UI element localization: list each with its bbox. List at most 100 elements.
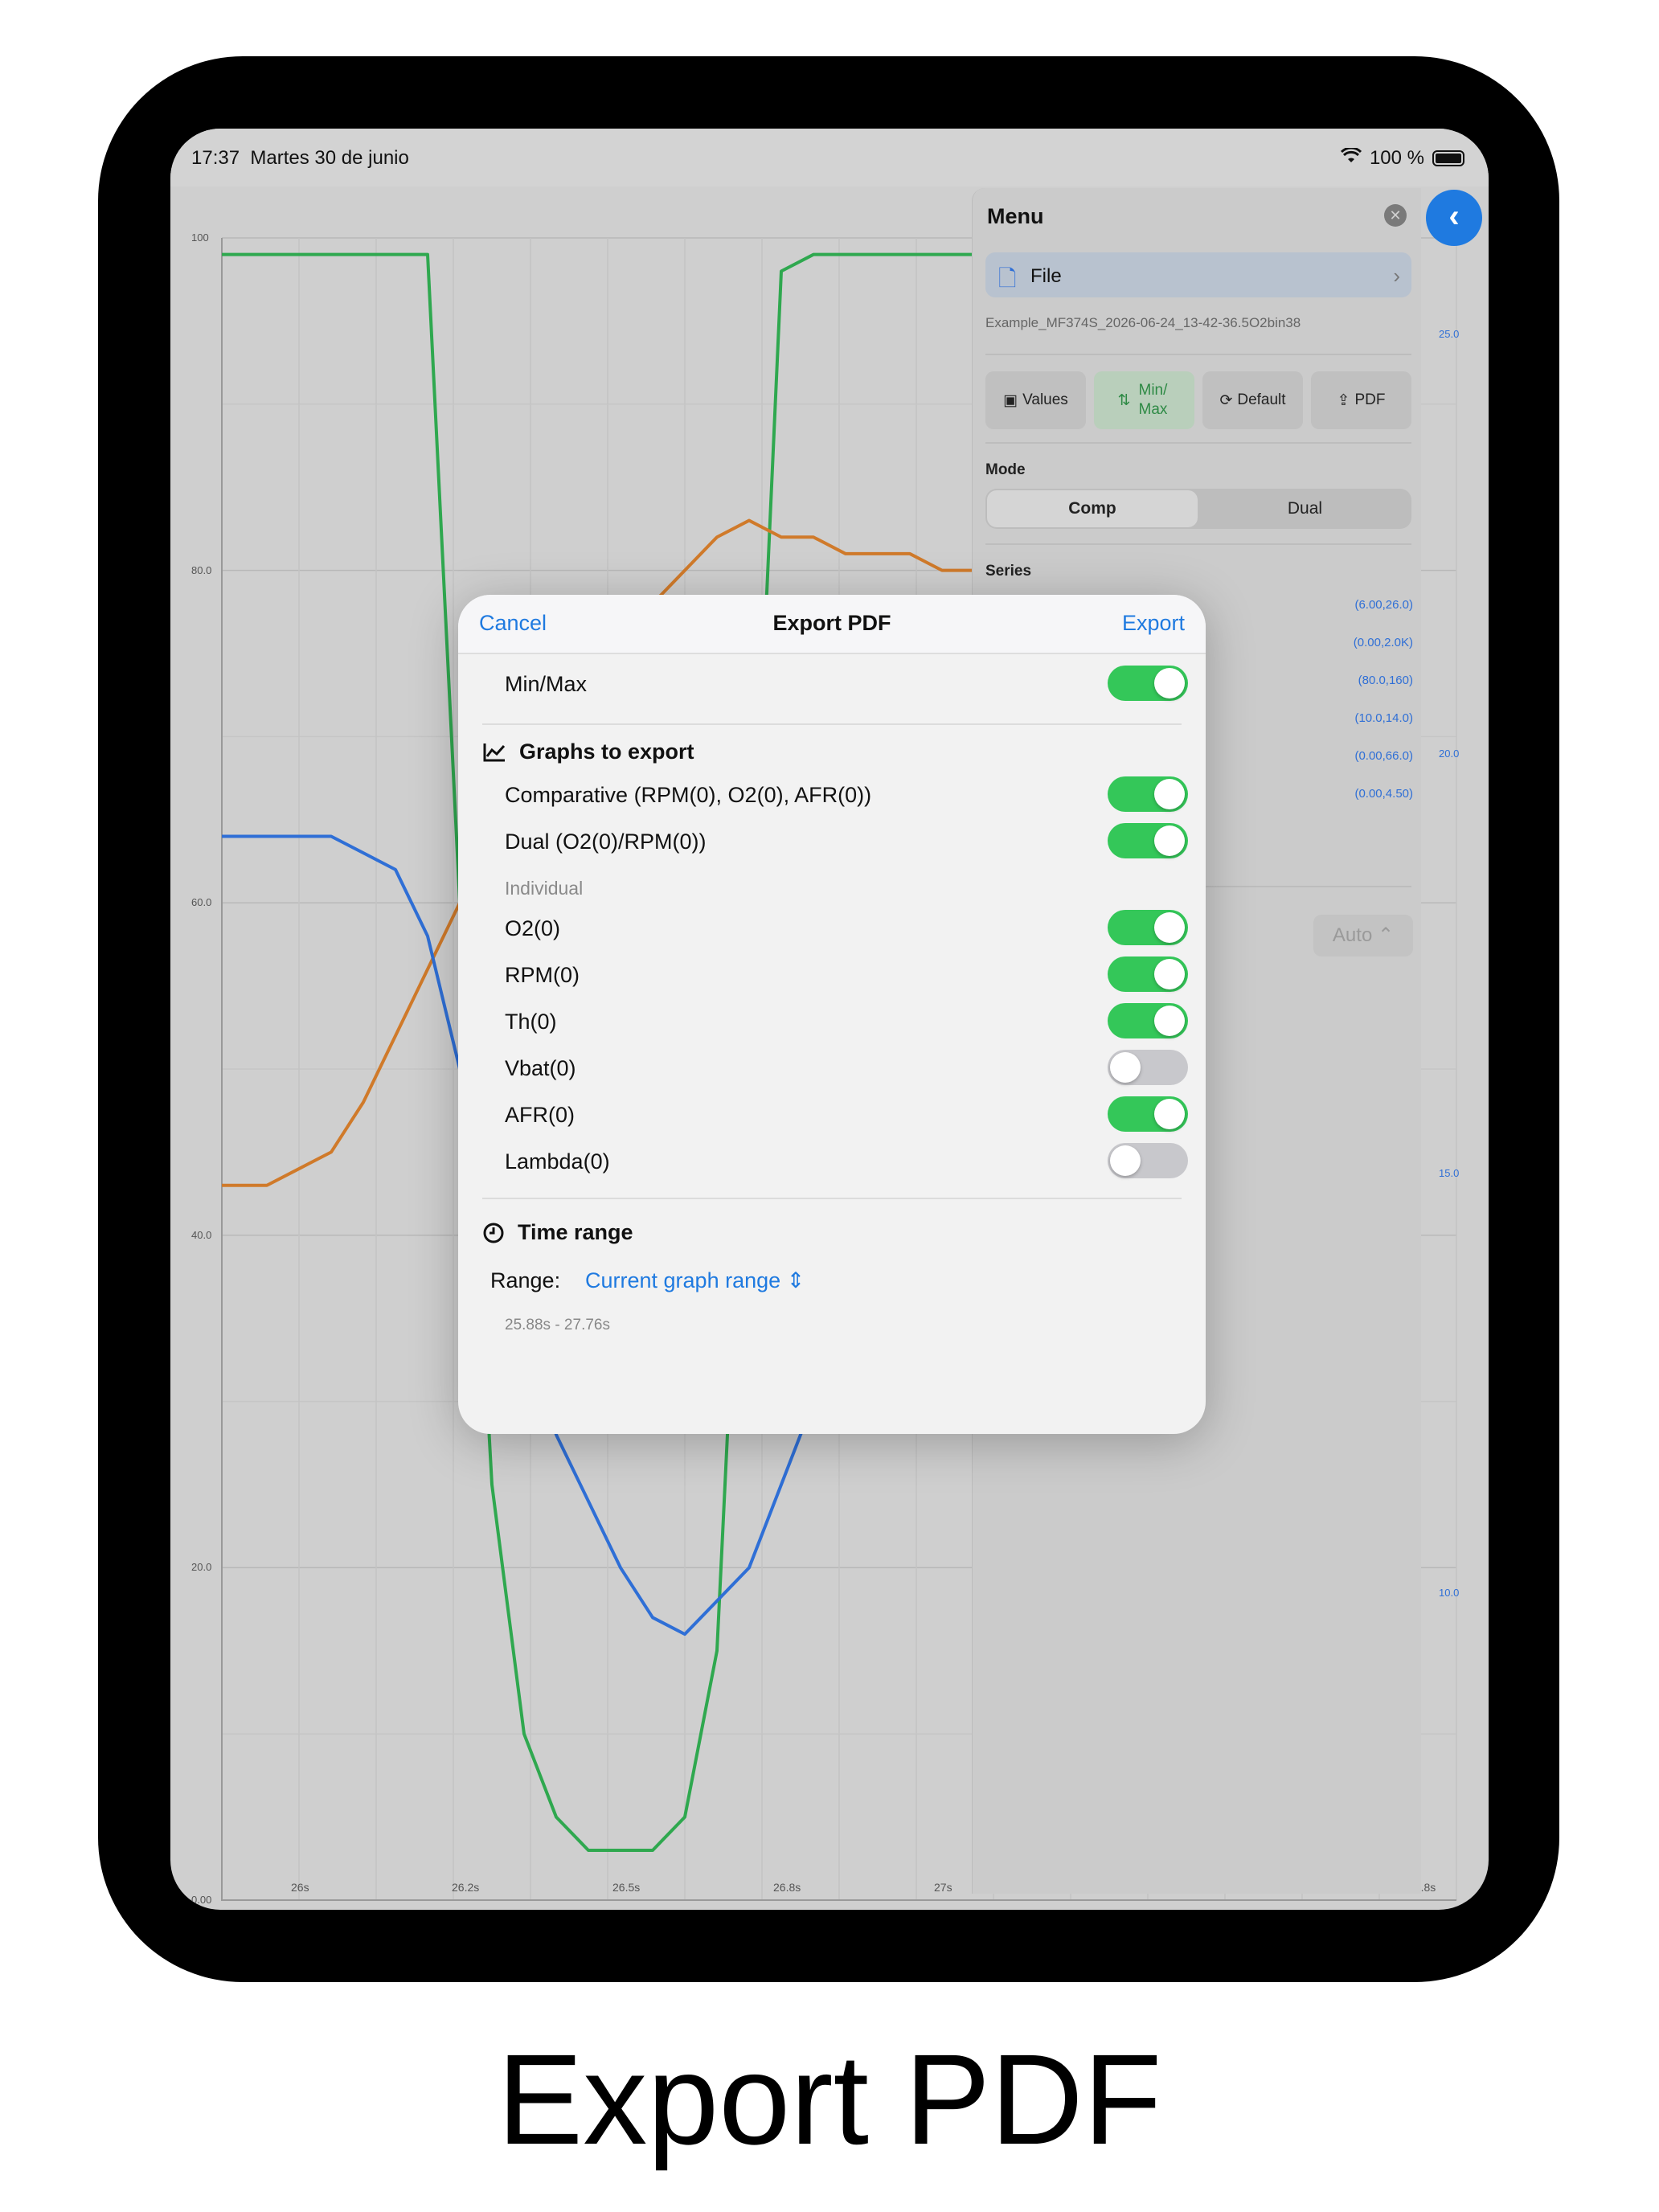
x-tick-label: 26.5s xyxy=(612,1881,641,1894)
y-tick-label: 0.00 xyxy=(191,1894,212,1906)
chevron-updown-icon: ⇕ xyxy=(786,1268,805,1292)
arrows-updown-icon: ⇅ xyxy=(1117,391,1131,409)
divider xyxy=(985,354,1411,355)
x-tick-label: 26s xyxy=(291,1881,309,1894)
time-title-text: Time range xyxy=(518,1220,633,1244)
values-label: Values xyxy=(1022,391,1068,408)
dialog-title: Export PDF xyxy=(772,611,891,635)
file-label: File xyxy=(1030,265,1062,287)
range-note: 25.88s - 27.76s xyxy=(505,1317,610,1333)
range-value-text: Current graph range xyxy=(585,1268,781,1292)
menu-title: Menu xyxy=(987,204,1044,228)
right-axis-tick-label: 15.0 xyxy=(1439,1167,1460,1179)
series-range: (0.00,4.50) xyxy=(1354,787,1413,801)
status-bar: 17:37 Martes 30 de junio 100 % xyxy=(170,129,1489,186)
series-label: Series xyxy=(985,563,1032,580)
screen: 17:37 Martes 30 de junio 100 % 100 80.0 60… xyxy=(170,129,1489,1910)
individual-rpm-toggle[interactable] xyxy=(1108,956,1188,992)
graphs-section-title: Graphs to export xyxy=(482,739,694,764)
individual-o2-label: O2(0) xyxy=(505,916,561,940)
individual-o2-toggle[interactable] xyxy=(1108,910,1188,945)
auto-scale-button[interactable]: Auto ⌃ xyxy=(1313,915,1413,956)
pdf-button[interactable]: ⇪ PDF xyxy=(1311,371,1411,429)
values-icon: ▣ xyxy=(1003,391,1018,409)
mode-segmented-control[interactable]: Comp Dual xyxy=(985,489,1411,529)
chart-line-icon xyxy=(483,743,506,761)
individual-th-toggle[interactable] xyxy=(1108,1003,1188,1038)
document-icon: 🗋 xyxy=(998,266,1017,291)
series-range: (80.0,160) xyxy=(1358,674,1413,687)
series-range: (6.00,26.0) xyxy=(1354,598,1413,612)
individual-label: Individual xyxy=(505,878,584,899)
close-icon[interactable]: ✕ xyxy=(1384,204,1407,227)
page-caption: Export PDF xyxy=(497,2027,1162,2171)
mode-comp[interactable]: Comp xyxy=(987,490,1198,527)
pdf-label: PDF xyxy=(1354,391,1386,408)
toggle-knob xyxy=(1154,825,1185,856)
x-tick-label: 26.8s xyxy=(773,1881,801,1894)
export-button[interactable]: Export xyxy=(1122,611,1185,636)
individual-th-label: Th(0) xyxy=(505,1010,557,1034)
y-tick-label: 20.0 xyxy=(191,1561,212,1574)
status-right: 100 % xyxy=(1340,146,1464,170)
default-button[interactable]: ⟳ Default xyxy=(1202,371,1303,429)
file-button[interactable]: 🗋 File › xyxy=(985,252,1411,297)
toggle-knob xyxy=(1110,1052,1141,1083)
minmax-button[interactable]: ⇅ Min/ Max xyxy=(1094,371,1194,429)
date-text: Martes 30 de junio xyxy=(250,147,409,169)
divider xyxy=(482,1198,1182,1199)
individual-vbat-label: Vbat(0) xyxy=(505,1056,576,1080)
mode-dual[interactable]: Dual xyxy=(1198,489,1411,529)
comparative-label: Comparative (RPM(0), O2(0), AFR(0)) xyxy=(505,783,872,807)
divider xyxy=(482,723,1182,725)
right-axis-tick-label: 25.0 xyxy=(1439,328,1460,340)
toggle-knob xyxy=(1154,779,1185,809)
cancel-button[interactable]: Cancel xyxy=(479,611,547,636)
minmax-toggle[interactable] xyxy=(1108,666,1188,701)
wifi-icon xyxy=(1340,146,1362,170)
divider xyxy=(985,543,1411,545)
chevron-right-icon: › xyxy=(1393,264,1400,288)
chevron-left-icon[interactable]: ‹ xyxy=(1426,190,1482,246)
series-range: (0.00,2.0K) xyxy=(1353,636,1413,649)
series-range: (10.0,14.0) xyxy=(1354,711,1413,725)
toggle-knob xyxy=(1154,668,1185,698)
clock-icon xyxy=(483,1223,504,1243)
individual-afr-label: AFR(0) xyxy=(505,1103,575,1127)
default-label: Default xyxy=(1237,391,1286,408)
minmax-label: Min/ Max xyxy=(1138,382,1168,418)
toggle-knob xyxy=(1154,1099,1185,1129)
y-tick-label: 40.0 xyxy=(191,1228,212,1241)
range-picker[interactable]: Current graph range ⇕ xyxy=(585,1268,805,1293)
toggle-knob xyxy=(1154,1006,1185,1036)
dual-toggle[interactable] xyxy=(1108,823,1188,858)
y-tick-label: 80.0 xyxy=(191,563,212,576)
share-icon: ⇪ xyxy=(1337,391,1350,409)
filename: Example_MF374S_2026-06-24_13-42-36.5O2bi… xyxy=(985,315,1301,330)
toggle-knob xyxy=(1154,959,1185,989)
right-axis-tick-label: 20.0 xyxy=(1439,748,1460,760)
individual-lambda-label: Lambda(0) xyxy=(505,1149,610,1174)
y-tick-label: 100 xyxy=(191,231,209,244)
mode-label: Mode xyxy=(985,461,1026,478)
graphs-title-text: Graphs to export xyxy=(519,739,694,764)
range-label: Range: xyxy=(490,1268,561,1292)
menu-button-row: ▣ Values ⇅ Min/ Max ⟳ Default ⇪ PDF xyxy=(985,371,1411,429)
battery-text: 100 % xyxy=(1369,147,1424,169)
individual-rpm-label: RPM(0) xyxy=(505,963,580,987)
individual-lambda-toggle[interactable] xyxy=(1108,1143,1188,1178)
dual-label: Dual (O2(0)/RPM(0)) xyxy=(505,830,707,854)
divider xyxy=(985,442,1411,444)
values-button[interactable]: ▣ Values xyxy=(985,371,1086,429)
x-tick-label: 27s xyxy=(934,1881,952,1894)
individual-vbat-toggle[interactable] xyxy=(1108,1050,1188,1085)
series-range: (0.00,66.0) xyxy=(1354,749,1413,763)
dialog-header: Export PDF Cancel Export xyxy=(458,595,1206,654)
export-pdf-dialog: Export PDF Cancel Export Min/Max Graphs … xyxy=(458,595,1206,1434)
time-range-section-title: Time range xyxy=(482,1220,633,1245)
minmax-row-label: Min/Max xyxy=(505,672,588,696)
comparative-toggle[interactable] xyxy=(1108,776,1188,812)
individual-afr-toggle[interactable] xyxy=(1108,1096,1188,1132)
refresh-icon: ⟳ xyxy=(1219,391,1233,409)
time-text: 17:37 xyxy=(191,147,240,169)
